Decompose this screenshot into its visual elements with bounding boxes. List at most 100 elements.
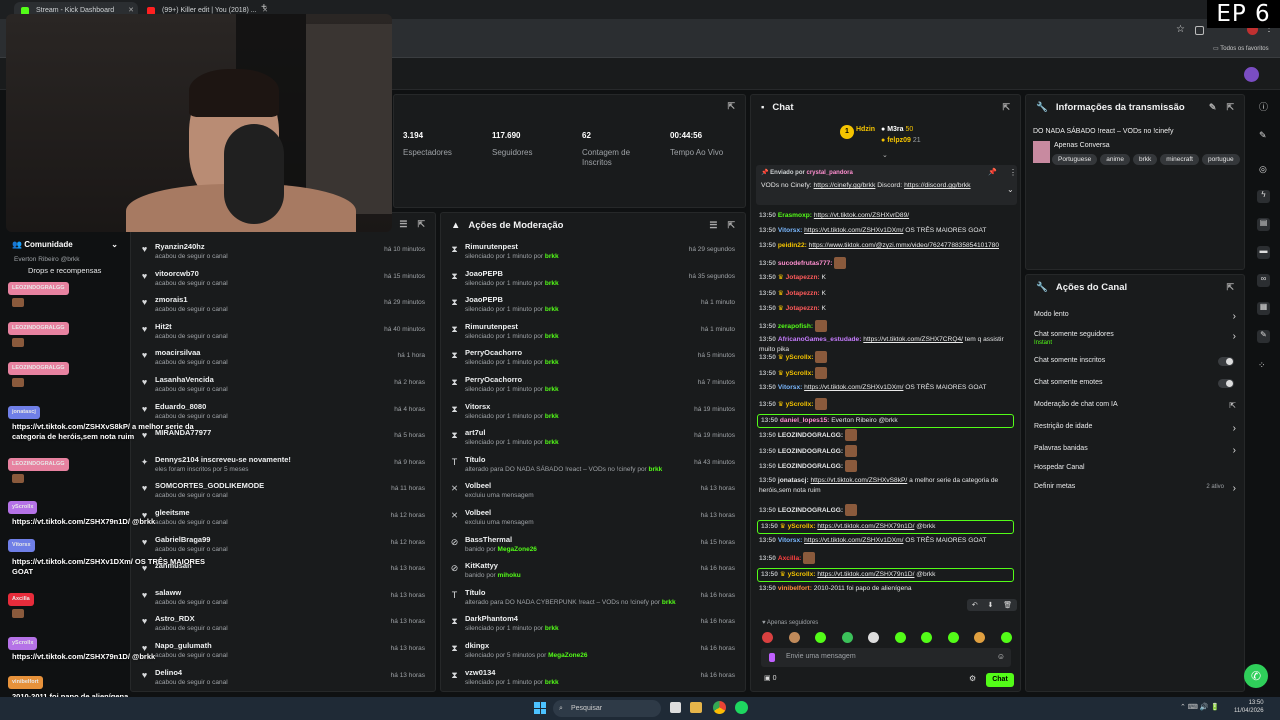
chat-username[interactable]: peidin22:: [778, 242, 807, 249]
channel-action-item[interactable]: Modo lento ›: [1034, 311, 1236, 329]
chat-message[interactable]: 13:50 ♛ yScrollx:: [759, 367, 1012, 379]
filter-icon[interactable]: ☰: [399, 219, 407, 230]
chat-message[interactable]: 13:50 sucodefrutas777:: [759, 257, 1012, 269]
star-icon[interactable]: ☆: [1176, 24, 1185, 35]
chat-username[interactable]: Jotapezzn:: [786, 305, 820, 312]
chat-link[interactable]: https://vt.tiktok.com/ZSHXv1DXm/: [804, 384, 903, 391]
emote-button[interactable]: [974, 632, 986, 643]
channel-action-item[interactable]: Palavras banidas ›: [1034, 445, 1236, 463]
moderator-name[interactable]: brkk: [545, 333, 559, 340]
emote-button[interactable]: [947, 632, 959, 643]
emote-button[interactable]: [788, 632, 800, 643]
chat-username[interactable]: Vitorsx:: [778, 537, 802, 544]
popout-icon[interactable]: ⇱: [417, 219, 425, 230]
top-user[interactable]: Hdzin: [856, 126, 875, 133]
top-user[interactable]: ● M3ra 50: [881, 126, 913, 133]
chat-link[interactable]: https://vt.tiktok.com/ZSHX79n1D/: [817, 571, 914, 578]
chat-username[interactable]: daniel_lopes15:: [780, 417, 829, 424]
extension-icon[interactable]: [1195, 26, 1204, 35]
chevron-down-icon[interactable]: ⌄: [1007, 185, 1014, 194]
chat-message[interactable]: 13:50 ♛ yScrollx: https://vt.tiktok.com/Z…: [757, 520, 1014, 534]
chat-message[interactable]: 13:50 LEOZINDOGRALGG:: [759, 504, 1012, 516]
all-bookmarks[interactable]: ▭ Todos os favoritos: [1213, 45, 1269, 52]
chat-message[interactable]: 13:50 Vitorsx: https://vt.tiktok.com/ZSHX…: [759, 536, 1012, 546]
chat-message[interactable]: 13:50 LEOZINDOGRALGG:: [759, 429, 1012, 441]
emote-button[interactable]: [1000, 632, 1012, 643]
info-icon[interactable]: ⓘ: [1259, 100, 1268, 113]
moderator-name[interactable]: brkk: [545, 413, 559, 420]
channel-action-item[interactable]: Moderação de chat com IA ⇱: [1034, 401, 1236, 419]
emote-button[interactable]: [894, 632, 906, 643]
chat-message[interactable]: 13:50 zerapofish:: [759, 320, 1012, 332]
pin-icon[interactable]: 📌: [988, 168, 997, 176]
chat-message[interactable]: 13:50 ♛ Jotapezzn: K: [759, 273, 1012, 283]
chat-username[interactable]: yScrollx:: [786, 401, 814, 408]
chat-username[interactable]: yScrollx:: [786, 354, 814, 361]
pin-icon[interactable]: ⬇: [988, 601, 994, 609]
chat-username[interactable]: Vitorsx:: [778, 384, 802, 391]
chat-username[interactable]: zerapofish:: [778, 323, 813, 330]
chat-username[interactable]: Axcilla:: [778, 555, 801, 562]
tag[interactable]: portugue: [1201, 154, 1240, 165]
chat-username[interactable]: vinibelfort:: [778, 585, 812, 592]
chat-username[interactable]: yScrollx:: [786, 370, 814, 377]
apps-icon[interactable]: ⁘: [1258, 360, 1266, 371]
chat-link[interactable]: https://vt.tiktok.com/ZSHXvS8kP/: [811, 477, 908, 484]
popout-icon[interactable]: ⇱: [1002, 102, 1010, 113]
chat-message[interactable]: 13:50 daniel_lopes15: Everton Ribeiro @br…: [757, 414, 1014, 428]
chat-link[interactable]: https://vt.tiktok.com/ZSHX7CRQ4/: [863, 336, 963, 343]
chat-input[interactable]: Envie uma mensagem ☺: [761, 648, 1011, 667]
emote-button[interactable]: [921, 632, 933, 643]
chat-message[interactable]: 13:50 Erasmoxp: https://vt.tiktok.com/ZSH…: [759, 211, 1012, 221]
whatsapp-icon[interactable]: ✆: [1244, 664, 1268, 688]
chat-username[interactable]: yScrollx:: [788, 571, 816, 578]
trash-icon[interactable]: 🗑: [1003, 601, 1012, 609]
chat-message[interactable]: 13:50 LEOZINDOGRALGG:: [759, 445, 1012, 457]
chat-message[interactable]: 13:50 LEOZINDOGRALGG:: [759, 460, 1012, 472]
task-view-icon[interactable]: [670, 702, 681, 713]
drops-link[interactable]: Drops e recompensas: [28, 266, 101, 275]
tag[interactable]: anime: [1100, 154, 1130, 165]
new-tab-button[interactable]: +: [261, 2, 267, 13]
channel-action-item[interactable]: Chat somente seguidores Instant ›: [1034, 331, 1236, 349]
chat-username[interactable]: AfricanoGames_estudade:: [778, 336, 862, 343]
emote-button[interactable]: [868, 632, 880, 643]
chat-message[interactable]: 13:50 ♛ Jotapezzn: K: [759, 289, 1012, 299]
popout-icon[interactable]: ⇱: [1226, 102, 1234, 113]
emote-button[interactable]: [762, 632, 773, 643]
moderator-name[interactable]: brkk: [545, 280, 559, 287]
chat-message[interactable]: 13:50 vinibelfort: 2010-2011 foi papo de …: [759, 584, 1012, 594]
chat-message[interactable]: 13:50 ♛ yScrollx:: [759, 398, 1012, 410]
chat-username[interactable]: Jotapezzn:: [786, 290, 820, 297]
windows-start-icon[interactable]: [534, 702, 546, 714]
chat-username[interactable]: LEOZINDOGRALGG:: [778, 507, 843, 514]
file-explorer-icon[interactable]: [690, 702, 702, 713]
emote-button[interactable]: [841, 632, 853, 643]
chat-username[interactable]: LEOZINDOGRALGG:: [778, 463, 843, 470]
lightning-icon[interactable]: ϟ: [1257, 190, 1270, 203]
popout-icon[interactable]: ⇱: [1226, 282, 1234, 293]
moderator-name[interactable]: brkk: [662, 599, 676, 606]
channel-action-item[interactable]: Definir metas 2 ativo ›: [1034, 483, 1236, 501]
chevron-down-icon[interactable]: ⌄: [882, 151, 888, 159]
chat-message[interactable]: 13:50 Vitorsx: https://vt.tiktok.com/ZSHX…: [759, 383, 1012, 393]
chat-message[interactable]: 13:50 peidin22: https://www.tiktok.com/@z…: [759, 241, 1012, 251]
chat-link[interactable]: https://vt.tiktok.com/ZSHXv1DXm/: [804, 537, 903, 544]
moderator-name[interactable]: brkk: [545, 359, 559, 366]
reply-icon[interactable]: ↶: [972, 601, 978, 609]
moderator-name[interactable]: brkk: [649, 466, 663, 473]
moderator-name[interactable]: brkk: [545, 386, 559, 393]
moderator-name[interactable]: brkk: [545, 306, 559, 313]
chat-link[interactable]: https://vt.tiktok.com/ZSHXv1DXm/: [804, 227, 903, 234]
pencil-icon[interactable]: ✎: [1259, 130, 1267, 141]
chat-message[interactable]: 13:50 ♛ yScrollx:: [759, 351, 1012, 363]
chat-username[interactable]: yScrollx:: [788, 523, 816, 530]
chat-username[interactable]: Jotapezzn:: [786, 274, 820, 281]
taskbar-search[interactable]: ⌕ Pesquisar: [553, 700, 661, 717]
user-avatar[interactable]: [1244, 67, 1259, 82]
chat-link[interactable]: https://www.tiktok.com/@zyzi.mmx/video/7…: [809, 242, 999, 249]
document-icon[interactable]: ▤: [1257, 218, 1270, 231]
clock[interactable]: 13:50 11/04/2026: [1234, 700, 1264, 716]
moderator-name[interactable]: mihoku: [498, 572, 521, 579]
menu-icon[interactable]: ⋮: [1009, 168, 1017, 177]
